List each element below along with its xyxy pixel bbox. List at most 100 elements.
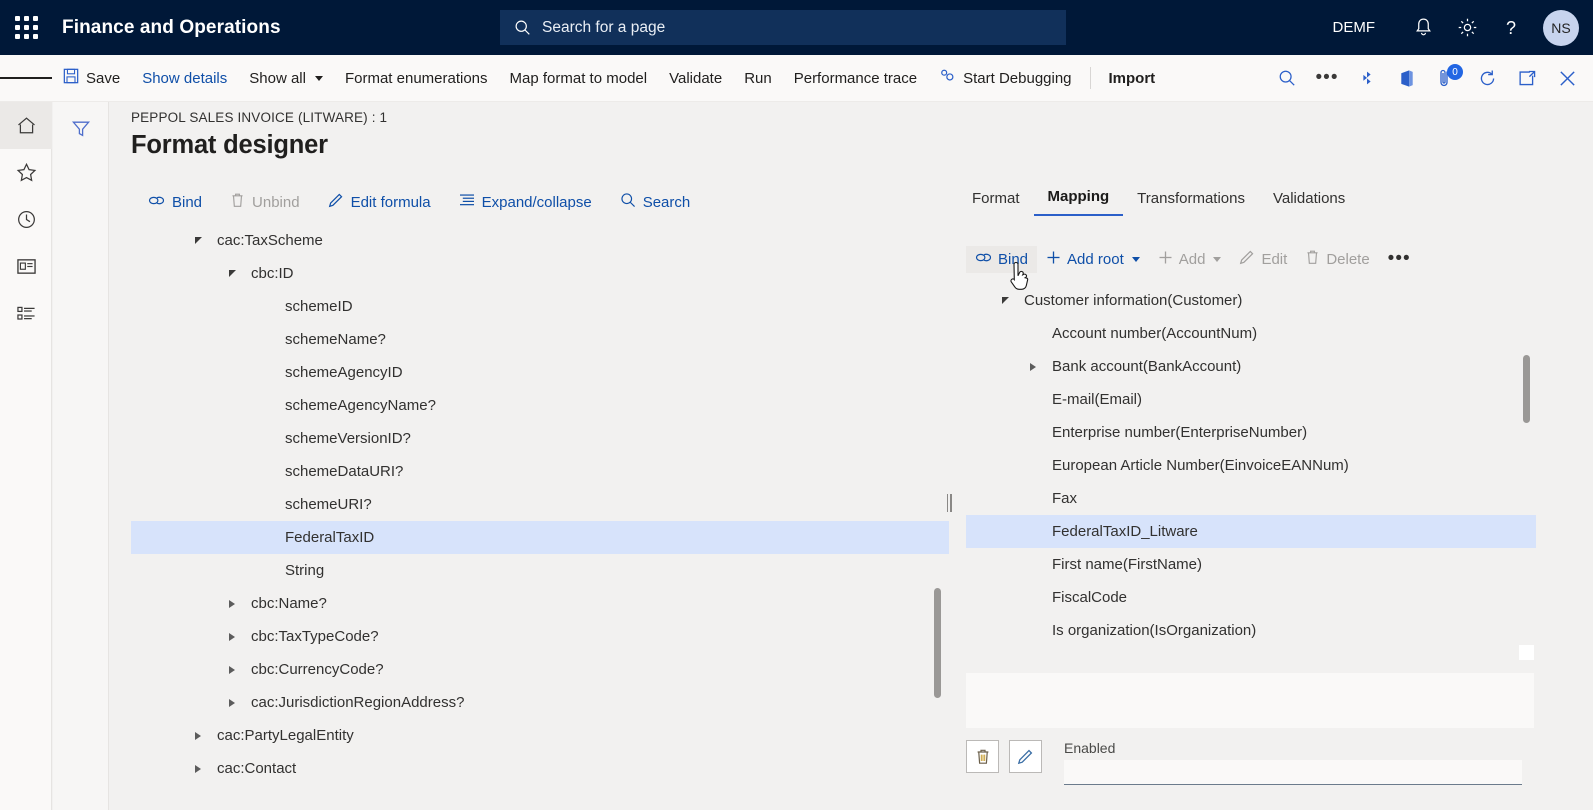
office-app-icon[interactable] <box>1387 55 1427 101</box>
sidebar-item-recent[interactable] <box>0 196 52 243</box>
attachments-icon[interactable]: 0 <box>1427 55 1467 101</box>
tree-node[interactable]: cac:Contact <box>131 752 949 785</box>
share-icon[interactable] <box>1347 55 1387 101</box>
tree-node[interactable]: European Article Number(EinvoiceEANNum) <box>966 449 1536 482</box>
app-launcher-icon[interactable] <box>0 0 52 55</box>
tree-node[interactable]: cbc:ID <box>131 257 949 290</box>
tree-node[interactable]: cac:TaxScheme <box>131 224 949 257</box>
data-source-tree-scrollbar[interactable] <box>1523 355 1530 423</box>
close-icon[interactable] <box>1547 55 1587 101</box>
tree-node[interactable]: schemeURI? <box>131 488 949 521</box>
mapping-more-options-button[interactable]: ••• <box>1379 249 1420 269</box>
expand-caret-icon[interactable] <box>187 731 209 740</box>
mapping-bind-button[interactable]: Bind <box>966 245 1038 273</box>
tab-transformations[interactable]: Transformations <box>1123 190 1259 216</box>
expand-caret-icon[interactable] <box>187 764 209 773</box>
tree-node-content: cac:JurisdictionRegionAddress? <box>131 694 464 711</box>
data-source-tree[interactable]: Customer information(Customer) Account nu… <box>966 284 1536 654</box>
tree-node-content: FiscalCode <box>966 589 1127 606</box>
gear-icon[interactable] <box>1445 0 1489 55</box>
question-icon[interactable]: ? <box>1489 0 1533 55</box>
avatar[interactable]: NS <box>1543 9 1579 46</box>
tree-node-content: schemeName? <box>131 331 386 348</box>
save-button[interactable]: Save <box>52 55 131 101</box>
tree-node-label: FederalTaxID <box>285 529 375 546</box>
filter-funnel-icon[interactable] <box>61 110 101 148</box>
trash-icon <box>230 192 245 212</box>
validate-button[interactable]: Validate <box>658 55 733 101</box>
expand-caret-icon[interactable] <box>1022 362 1044 371</box>
expand-caret-icon[interactable] <box>221 632 243 641</box>
tree-node[interactable]: schemeAgencyName? <box>131 389 949 422</box>
import-button[interactable]: Import <box>1098 55 1167 101</box>
footer-delete-button[interactable] <box>966 740 999 773</box>
add-root-button[interactable]: Add root <box>1037 245 1149 274</box>
pane-splitter-handle[interactable] <box>945 492 953 514</box>
show-all-menu[interactable]: Show all <box>238 55 334 101</box>
workspaces-icon <box>16 259 36 274</box>
tree-node-content: European Article Number(EinvoiceEANNum) <box>966 457 1349 474</box>
edit-formula-button[interactable]: Edit formula <box>320 188 439 216</box>
unbind-button: Unbind <box>222 188 308 216</box>
footer-edit-button[interactable] <box>1009 740 1042 773</box>
tree-node[interactable]: E-mail(Email) <box>966 383 1536 416</box>
tree-node[interactable]: FiscalCode <box>966 581 1536 614</box>
more-options-icon[interactable]: ••• <box>1307 55 1347 101</box>
sidebar-item-home[interactable] <box>0 102 52 149</box>
expand-caret-icon[interactable] <box>221 599 243 608</box>
company-selector[interactable]: DEMF <box>1333 19 1376 36</box>
tree-node[interactable]: cbc:TaxTypeCode? <box>131 620 949 653</box>
performance-trace-button[interactable]: Performance trace <box>783 55 928 101</box>
refresh-icon[interactable] <box>1467 55 1507 101</box>
show-details-button[interactable]: Show details <box>131 55 238 101</box>
search-icon[interactable] <box>1267 55 1307 101</box>
tab-validations[interactable]: Validations <box>1259 190 1359 216</box>
bind-button[interactable]: Bind <box>140 190 210 215</box>
run-button[interactable]: Run <box>733 55 783 101</box>
pane-resize-grip[interactable] <box>1519 645 1534 660</box>
tree-node[interactable]: Bank account(BankAccount) <box>966 350 1536 383</box>
tree-node[interactable]: schemeName? <box>131 323 949 356</box>
expand-caret-icon[interactable] <box>221 665 243 674</box>
format-enumerations-button[interactable]: Format enumerations <box>334 55 499 101</box>
tree-node[interactable]: schemeDataURI? <box>131 455 949 488</box>
command-bar: Save Show details Show all Format enumer… <box>0 55 1593 102</box>
nav-menu-icon[interactable] <box>0 55 52 101</box>
collapse-caret-icon[interactable] <box>221 270 243 277</box>
collapse-caret-icon[interactable] <box>187 237 209 244</box>
bell-icon[interactable] <box>1401 0 1445 55</box>
tree-node[interactable]: cbc:Name? <box>131 587 949 620</box>
format-tree-scrollbar[interactable] <box>934 588 941 698</box>
format-tree[interactable]: cac:TaxScheme cbc:ID schemeID schemeName? sc… <box>131 224 949 810</box>
tree-node[interactable]: Account number(AccountNum) <box>966 317 1536 350</box>
expand-caret-icon[interactable] <box>221 698 243 707</box>
tree-node[interactable]: FederalTaxID <box>131 521 949 554</box>
tree-node[interactable]: schemeVersionID? <box>131 422 949 455</box>
right-pane-tabs[interactable]: Format Mapping Transformations Validations <box>958 188 1359 216</box>
tree-node[interactable]: cac:JurisdictionRegionAddress? <box>131 686 949 719</box>
tree-node[interactable]: cac:PartyLegalEntity <box>131 719 949 752</box>
tree-node[interactable]: Fax <box>966 482 1536 515</box>
enabled-input[interactable] <box>1064 760 1522 785</box>
expand-collapse-button[interactable]: Expand/collapse <box>451 189 600 215</box>
tree-node[interactable]: Is organization(IsOrganization) <box>966 614 1536 647</box>
map-format-to-model-button[interactable]: Map format to model <box>499 55 659 101</box>
tree-node[interactable]: Enterprise number(EnterpriseNumber) <box>966 416 1536 449</box>
tab-format[interactable]: Format <box>958 190 1034 216</box>
tree-node[interactable]: cbc:CurrencyCode? <box>131 653 949 686</box>
tree-node[interactable]: schemeID <box>131 290 949 323</box>
sidebar-item-favorites[interactable] <box>0 149 52 196</box>
sidebar-item-workspaces[interactable] <box>0 243 52 290</box>
tab-mapping[interactable]: Mapping <box>1033 188 1124 216</box>
tree-node[interactable]: First name(FirstName) <box>966 548 1536 581</box>
tree-node[interactable]: FederalTaxID_Litware <box>966 515 1536 548</box>
start-debugging-button[interactable]: Start Debugging <box>928 55 1082 101</box>
tree-node[interactable]: String <box>131 554 949 587</box>
open-in-new-window-icon[interactable] <box>1507 55 1547 101</box>
sidebar-item-modules[interactable] <box>0 290 52 337</box>
search-button[interactable]: Search <box>612 188 699 216</box>
tree-node[interactable]: schemeAgencyID <box>131 356 949 389</box>
tree-node[interactable]: Customer information(Customer) <box>966 284 1536 317</box>
collapse-caret-icon[interactable] <box>994 297 1016 304</box>
global-search-box[interactable]: Search for a page <box>500 10 1066 45</box>
